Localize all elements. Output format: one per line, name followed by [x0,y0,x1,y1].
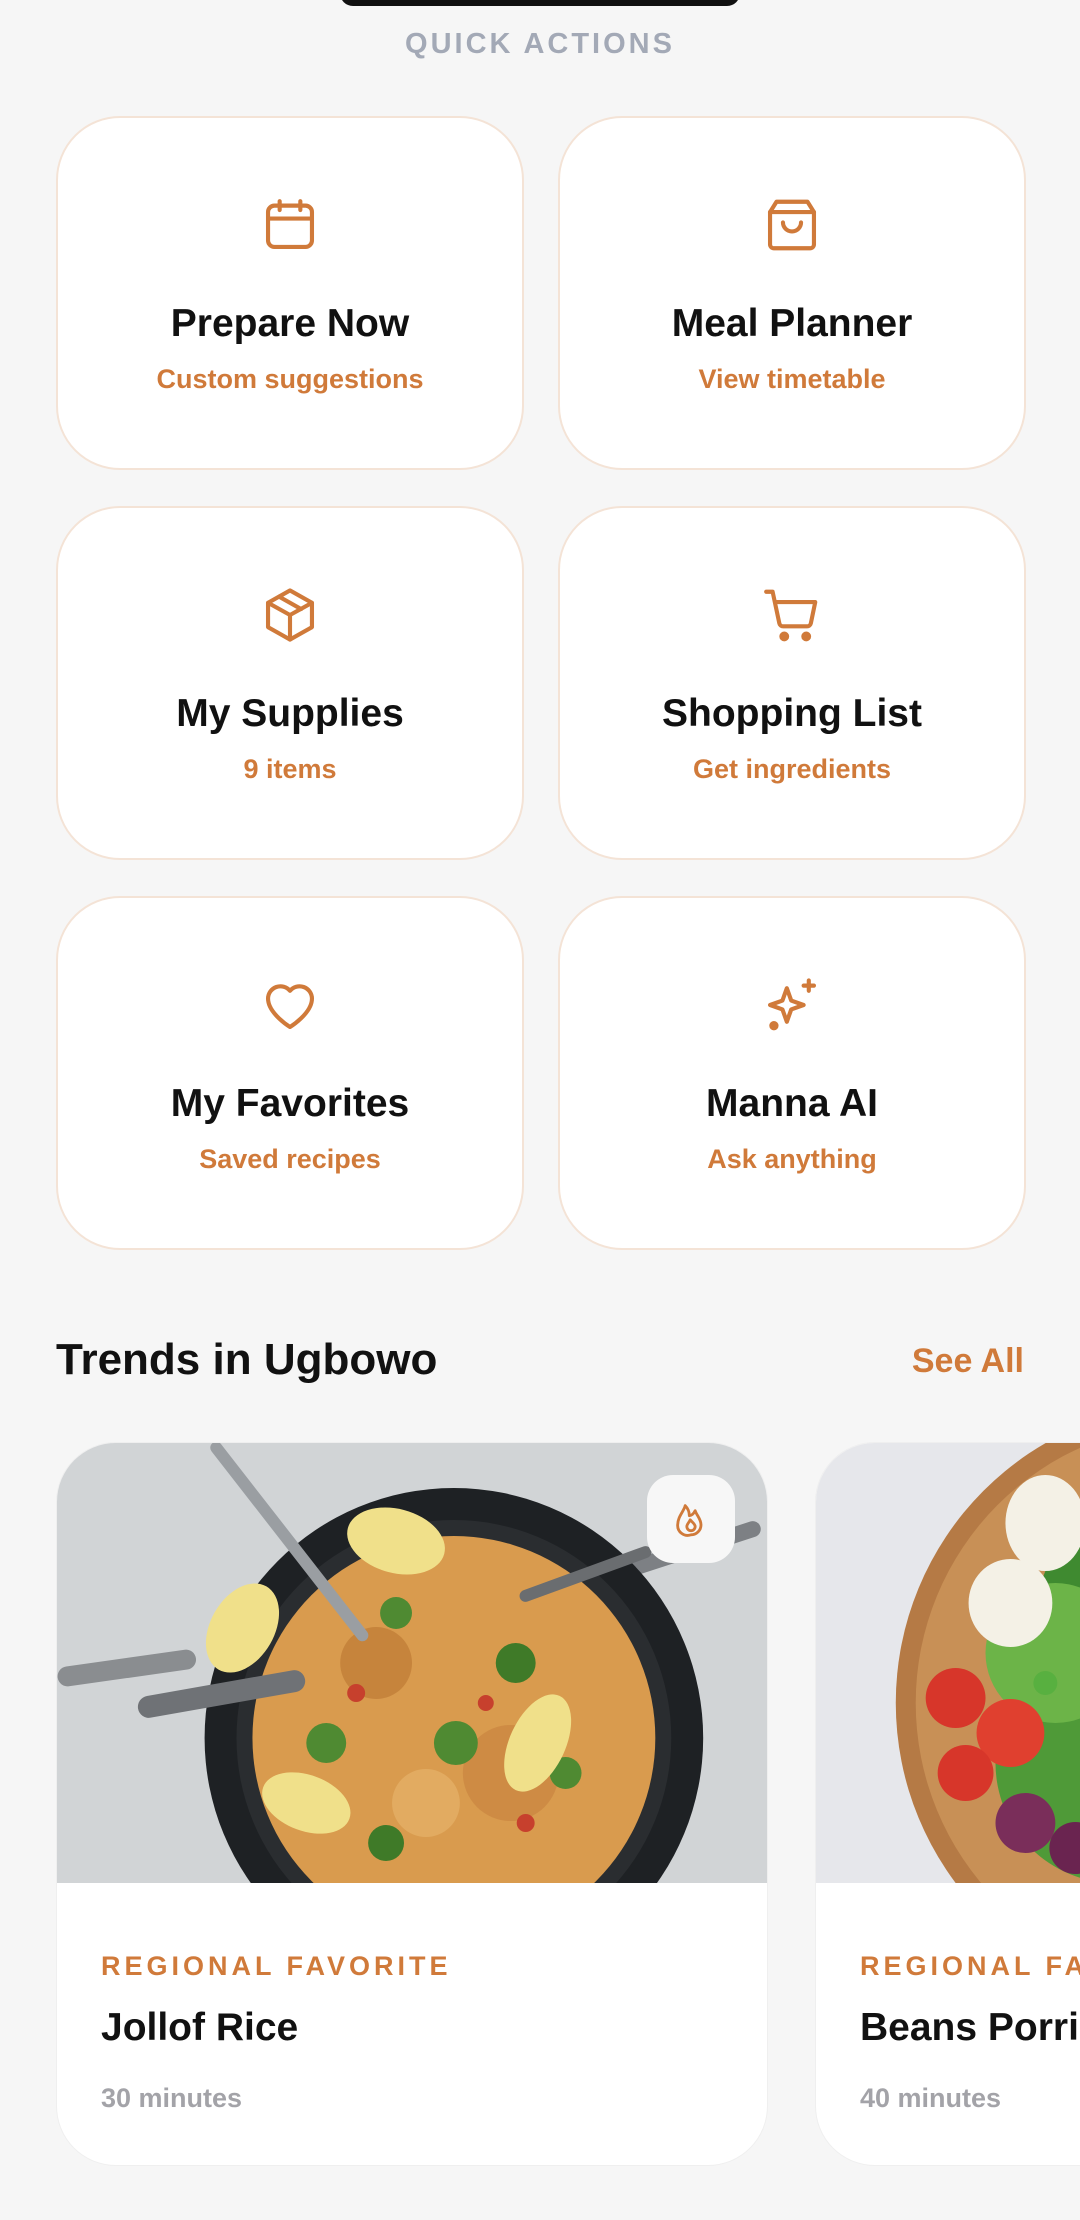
card-title: My Favorites [170,1082,410,1125]
recipe-photo-jollof-rice [57,1443,767,1883]
manna-ai-card[interactable]: Manna AI Ask anything [558,896,1026,1250]
card-title: Shopping List [662,692,922,735]
my-supplies-card[interactable]: My Supplies 9 items [56,506,524,860]
recipe-time: 40 minutes [860,2083,1002,2113]
recipe-tag: REGIONAL FAVORITE [101,1951,452,1981]
card-subtitle: Custom suggestions [156,364,424,394]
prepare-now-card[interactable]: Prepare Now Custom suggestions [56,116,524,470]
card-title: Prepare Now [170,302,410,345]
card-subtitle: Ask anything [707,1144,877,1174]
quick-actions-label: QUICK ACTIONS [405,28,675,60]
home-screen: QUICK ACTIONS Prepare Now Custom suggest… [0,0,1080,2220]
shopping-cart-icon [761,584,823,646]
shopping-list-card[interactable]: Shopping List Get ingredients [558,506,1026,860]
card-subtitle: Get ingredients [692,754,892,784]
card-subtitle: 9 items [243,754,337,784]
recipe-name: Jollof Rice [101,2006,299,2049]
recipe-time: 30 minutes [101,2083,243,2113]
package-box-icon [259,584,321,646]
recipe-photo-beans-porridge [816,1443,1080,1883]
card-subtitle: View timetable [698,364,886,394]
calendar-icon [259,194,321,256]
quick-actions-grid: Prepare Now Custom suggestions Meal Plan… [56,116,1026,1252]
recipe-tag: REGIONAL FAVORITE [860,1951,1080,1981]
recipe-card-jollof-rice[interactable]: REGIONAL FAVORITE Jollof Rice 30 minutes [56,1442,768,2166]
top-pill-indicator [340,0,740,6]
my-favorites-card[interactable]: My Favorites Saved recipes [56,896,524,1250]
recipe-card-beans-porridge[interactable]: REGIONAL FAVORITE Beans Porridge 40 minu… [815,1442,1080,2166]
card-title: Meal Planner [671,302,913,345]
trends-section-title: Trends in Ugbowo [56,1335,438,1384]
sparkles-icon [761,974,823,1036]
recipe-name: Beans Porridge [860,2006,1080,2049]
meal-planner-card[interactable]: Meal Planner View timetable [558,116,1026,470]
trending-badge[interactable] [647,1475,735,1563]
card-subtitle: Saved recipes [199,1144,381,1174]
flame-icon [671,1499,711,1539]
heart-icon [259,974,321,1036]
see-all-link[interactable]: See All [912,1342,1024,1381]
shopping-bag-icon [761,194,823,256]
card-title: Manna AI [706,1082,878,1125]
card-title: My Supplies [176,692,404,735]
